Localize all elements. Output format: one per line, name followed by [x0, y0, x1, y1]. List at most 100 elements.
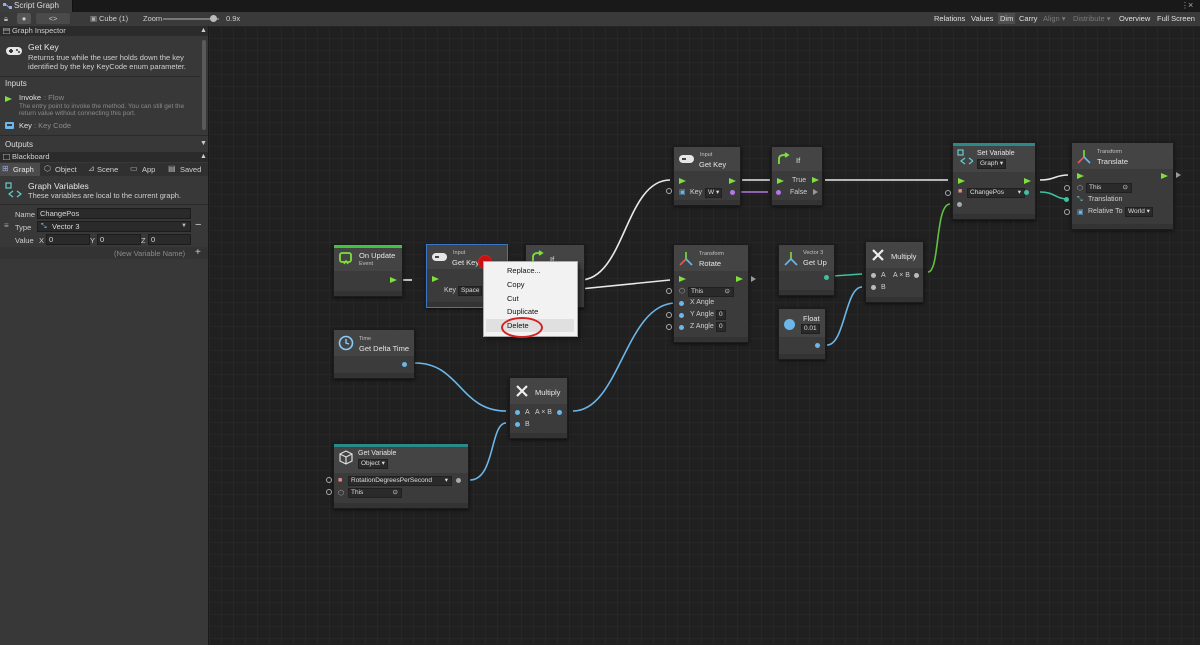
input-port-ring[interactable] — [326, 477, 332, 483]
b-input-port[interactable] — [871, 285, 876, 290]
relative-to-dropdown[interactable]: World ▾ — [1125, 207, 1153, 217]
scroll-down-icon[interactable]: ▼ — [200, 140, 207, 147]
menu-item-duplicate[interactable]: Duplicate — [507, 307, 538, 316]
y-angle-input-port[interactable] — [679, 313, 684, 318]
flow-output-port[interactable] — [390, 277, 397, 283]
translation-input-port[interactable] — [1064, 197, 1069, 202]
input-port-ring[interactable] — [666, 324, 672, 330]
float-output-port[interactable] — [402, 362, 407, 367]
node-rotate[interactable]: Transform Rotate ⬡ This ⊙ X Angle Y Angle… — [673, 244, 749, 343]
key-value-dropdown[interactable]: Space — [458, 286, 483, 296]
a-input-port[interactable] — [871, 273, 876, 278]
tab-object[interactable]: ⬡ Object — [42, 163, 84, 176]
input-port-ring[interactable] — [1064, 209, 1070, 215]
true-output-port[interactable] — [812, 177, 819, 183]
flow-input-port[interactable] — [1077, 173, 1084, 179]
values-button[interactable]: Values — [969, 13, 995, 24]
node-set-variable[interactable]: Set Variable Graph ▾ ■ ChangePos ▾ — [952, 142, 1036, 220]
node-on-update[interactable]: On Update Event — [333, 244, 403, 297]
value-x-field[interactable]: 0 — [46, 234, 90, 245]
bool-input-port[interactable] — [776, 190, 781, 195]
input-port-ring[interactable] — [666, 188, 672, 194]
new-variable-name-field[interactable]: (New Variable Name) — [114, 249, 185, 258]
value-output-port[interactable] — [1024, 190, 1029, 195]
node-if[interactable]: If True False — [771, 146, 823, 206]
node-multiply-left[interactable]: Multiply A A × B B — [509, 377, 568, 439]
this-field[interactable]: This ⊙ — [688, 287, 734, 297]
flow-input-port[interactable] — [958, 178, 965, 184]
b-input-port[interactable] — [515, 422, 520, 427]
variable-name-dropdown[interactable]: RotationDegreesPerSecond ▾ — [348, 476, 452, 486]
node-get-key-w[interactable]: Input Get Key ▣ Key W ▾ — [673, 146, 741, 206]
a-input-port[interactable] — [515, 410, 520, 415]
flow-end-port[interactable] — [751, 276, 756, 282]
z-angle-input-port[interactable] — [679, 325, 684, 330]
axb-output-port[interactable] — [557, 410, 562, 415]
flow-input-port[interactable] — [679, 178, 686, 184]
add-variable-button[interactable]: + — [195, 247, 201, 258]
collapse-blackboard-icon[interactable]: ▲ — [200, 153, 207, 160]
node-float[interactable]: Float 0.01 — [778, 308, 826, 360]
menu-item-replace[interactable]: Replace... — [507, 266, 541, 275]
relations-button[interactable]: Relations — [932, 13, 967, 24]
value-z-field[interactable]: 0 — [148, 234, 191, 245]
flow-output-port[interactable] — [736, 276, 743, 282]
input-port-ring[interactable] — [666, 288, 672, 294]
vector-output-port[interactable] — [824, 275, 829, 280]
flow-input-port[interactable] — [777, 178, 784, 184]
value-input-port[interactable] — [957, 202, 962, 207]
embed-toggle-icon[interactable]: <> — [36, 13, 70, 24]
variable-name-field[interactable]: ChangePos — [37, 208, 191, 219]
close-icon[interactable]: × — [1188, 0, 1193, 10]
scope-dropdown[interactable]: Object ▾ — [358, 459, 388, 469]
tab-app[interactable]: ▭ App — [128, 163, 160, 176]
input-port-ring[interactable] — [945, 190, 951, 196]
input-port-ring[interactable] — [326, 489, 332, 495]
menu-item-copy[interactable]: Copy — [507, 280, 525, 289]
flow-output-port[interactable] — [1161, 173, 1168, 179]
value-output-port[interactable] — [456, 478, 461, 483]
align-dropdown[interactable]: Align ▾ — [1041, 13, 1068, 24]
tab-script-graph[interactable]: Script Graph — [0, 0, 73, 12]
collapse-inspector-icon[interactable]: ▲ — [200, 27, 207, 34]
node-vector3-get-up[interactable]: Vector 3 Get Up — [778, 244, 835, 296]
distribute-dropdown[interactable]: Distribute ▾ — [1071, 13, 1113, 24]
info-icon[interactable]: ● — [17, 13, 31, 24]
tab-saved[interactable]: ▤ Saved — [166, 163, 208, 176]
tab-scene[interactable]: ⊿ Scene — [86, 163, 124, 176]
lock-icon[interactable]: 🔒︎ — [4, 13, 8, 24]
full-screen-button[interactable]: Full Screen — [1155, 13, 1197, 24]
node-get-delta-time[interactable]: Time Get Delta Time — [333, 329, 415, 379]
flow-end-port[interactable] — [1176, 172, 1181, 178]
menu-item-cut[interactable]: Cut — [507, 294, 519, 303]
flow-output-port[interactable] — [1024, 178, 1031, 184]
x-angle-input-port[interactable] — [679, 301, 684, 306]
input-port-ring[interactable] — [1064, 185, 1070, 191]
drag-handle-icon[interactable]: ≡ — [4, 221, 9, 230]
false-output-port[interactable] — [813, 189, 818, 195]
overview-button[interactable]: Overview — [1117, 13, 1152, 24]
node-translate[interactable]: Transform Translate ⬡ This ⊙ ⤡ Translatio… — [1071, 142, 1174, 230]
node-multiply-right[interactable]: Multiply A A × B B — [865, 241, 924, 303]
variable-name-dropdown[interactable]: ChangePos ▾ — [967, 188, 1025, 198]
carry-button[interactable]: Carry — [1017, 13, 1039, 24]
this-field[interactable]: This ⊙ — [348, 488, 402, 498]
axb-output-port[interactable] — [914, 273, 919, 278]
flow-input-port[interactable] — [432, 276, 439, 282]
float-output-port[interactable] — [815, 343, 820, 348]
object-name[interactable]: Cube (1) — [99, 13, 128, 24]
variable-type-dropdown[interactable]: ⤡ Vector 3 ▼ — [37, 221, 191, 232]
value-y-field[interactable]: 0 — [97, 234, 141, 245]
dim-button[interactable]: Dim — [998, 13, 1016, 24]
flow-input-port[interactable] — [679, 276, 686, 282]
scope-dropdown[interactable]: Graph ▾ — [977, 159, 1007, 169]
zoom-slider-thumb[interactable] — [210, 15, 218, 22]
tab-graph[interactable]: ⊞ Graph — [0, 163, 40, 176]
input-port-ring[interactable] — [666, 312, 672, 318]
key-value-dropdown[interactable]: W ▾ — [705, 188, 723, 198]
bool-output-port[interactable] — [730, 190, 735, 195]
float-value-field[interactable]: 0.01 — [801, 324, 820, 334]
y-angle-field[interactable]: 0 — [716, 310, 726, 320]
flow-output-port[interactable] — [729, 178, 736, 184]
graph-inspector-header[interactable]: Graph Inspector — [0, 26, 208, 36]
